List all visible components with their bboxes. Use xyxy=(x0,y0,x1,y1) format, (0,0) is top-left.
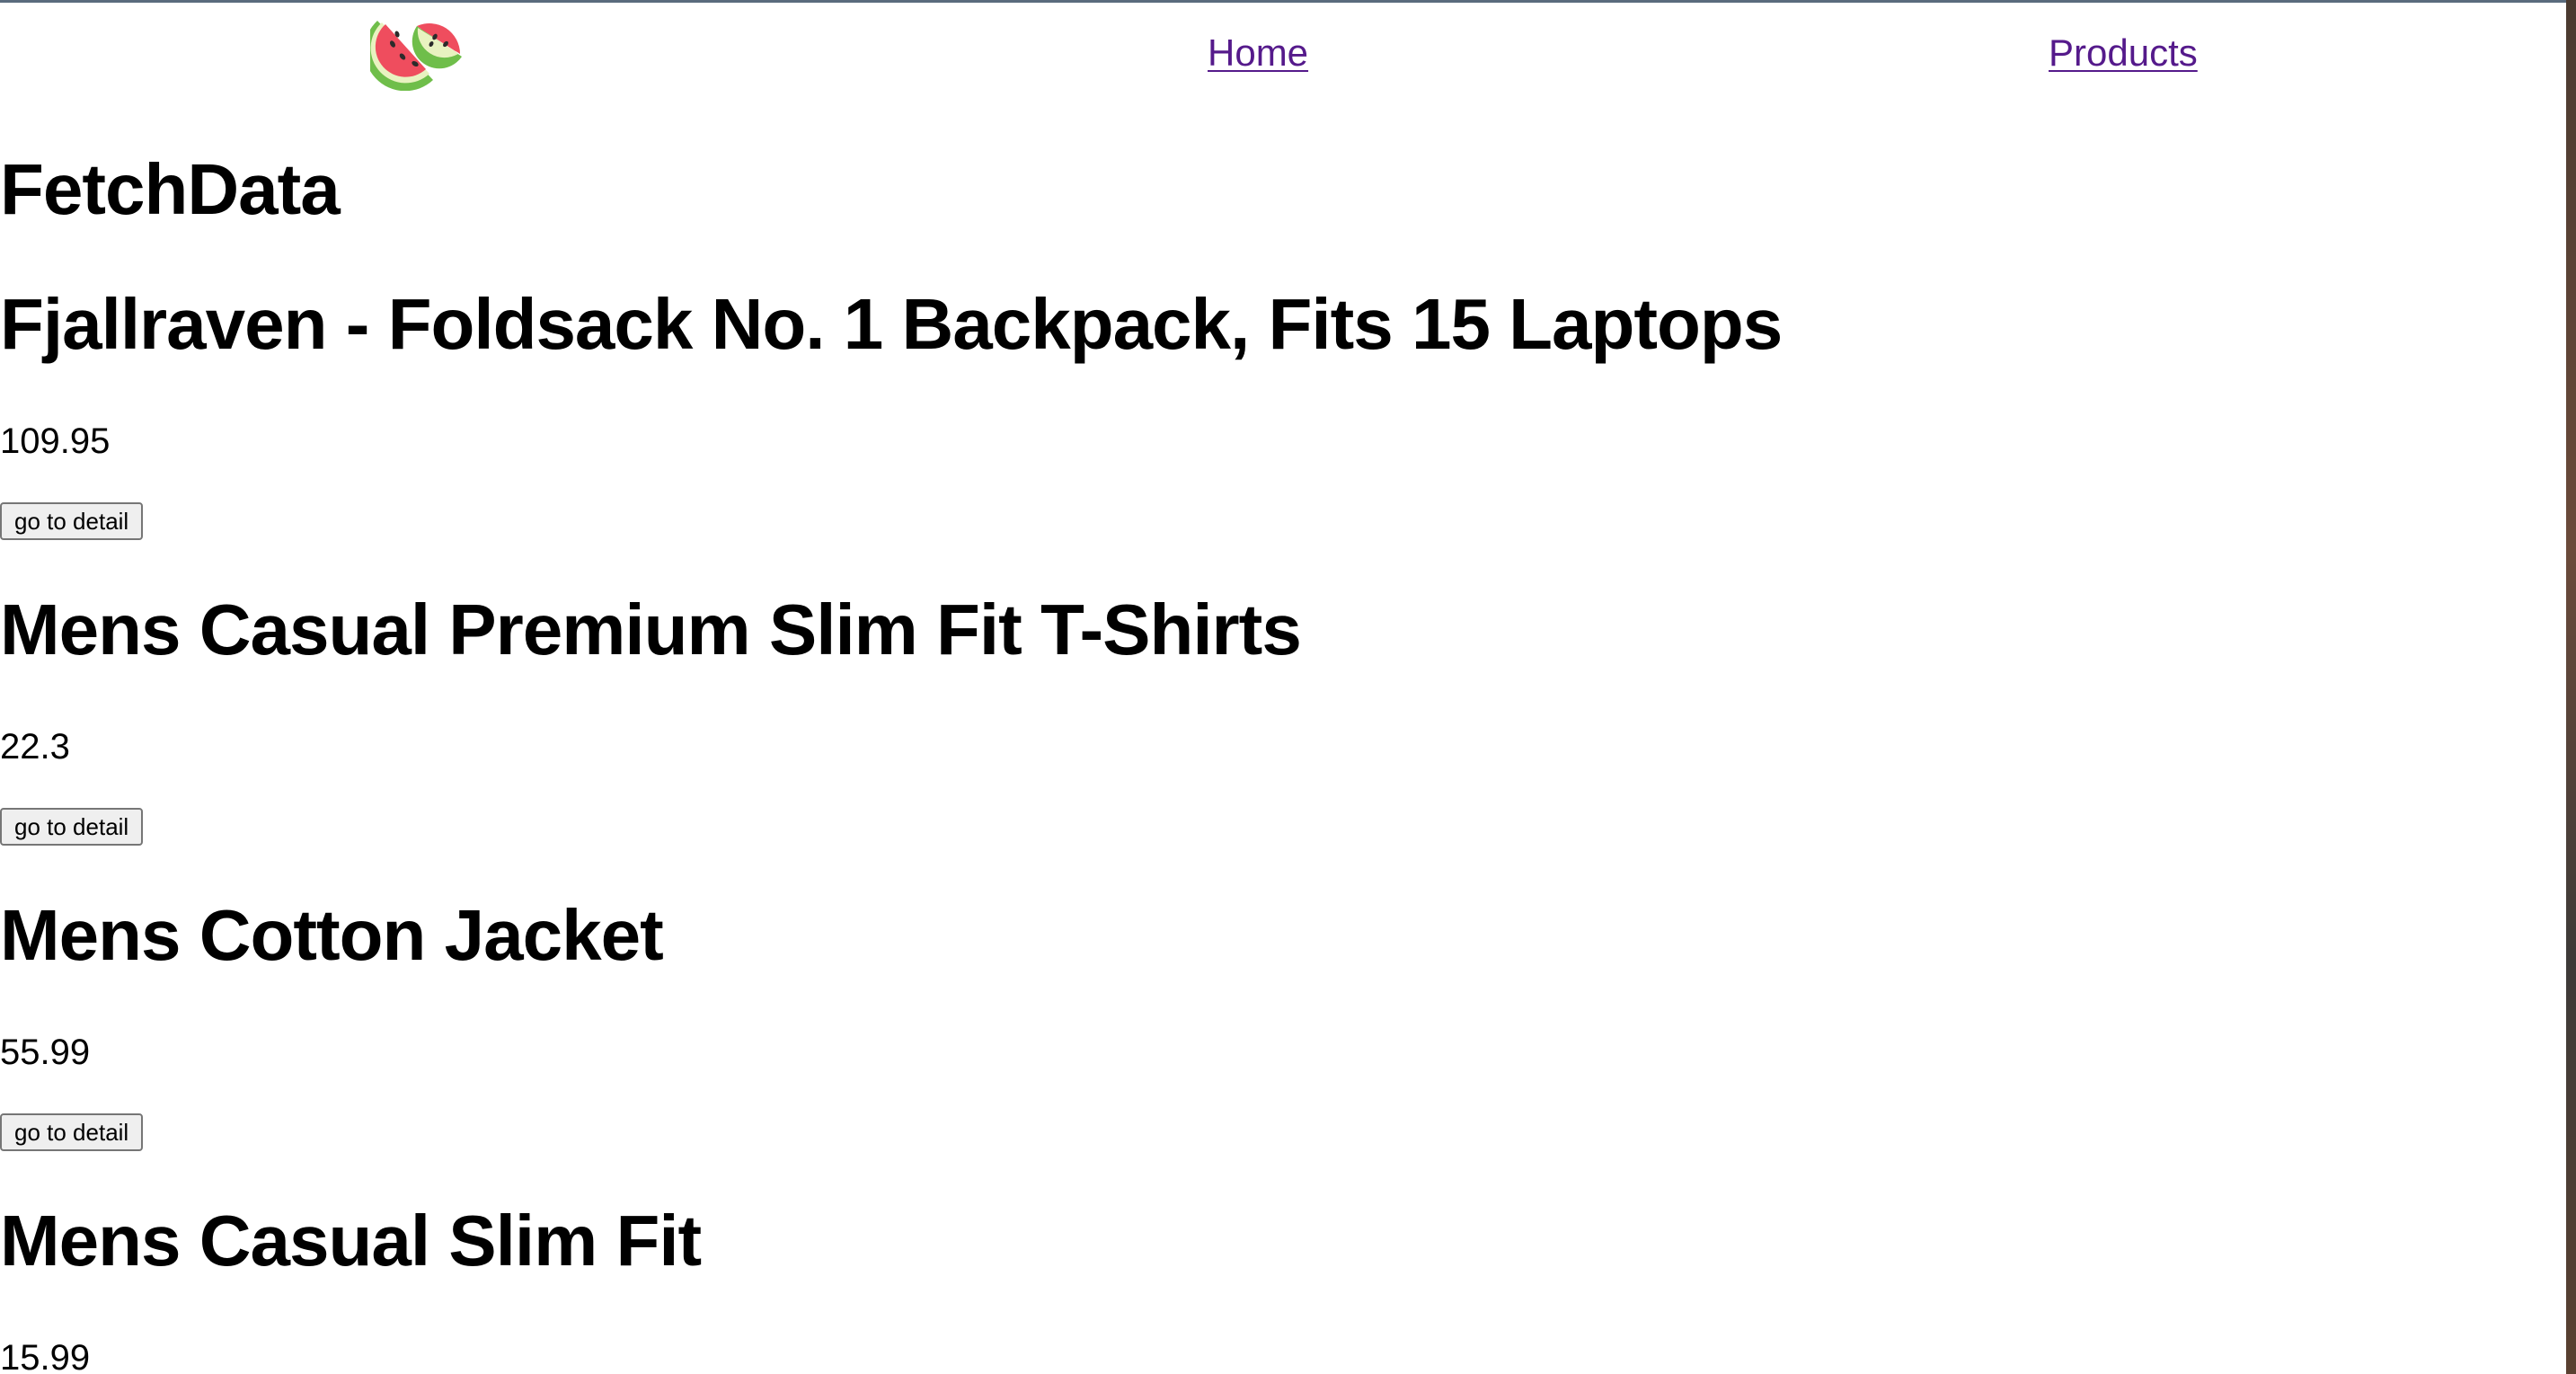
product-title: Mens Casual Premium Slim Fit T-Shirts xyxy=(0,589,1302,669)
product-title: Mens Cotton Jacket xyxy=(0,895,664,975)
desktop-background-edge xyxy=(2566,0,2576,1374)
product-price: 55.99 xyxy=(0,1033,91,1072)
page-title: FetchData xyxy=(0,149,341,229)
product-title: Fjallraven - Foldsack No. 1 Backpack, Fi… xyxy=(0,284,1783,364)
product-title: Mens Casual Slim Fit xyxy=(0,1201,702,1281)
nav-link-home[interactable]: Home xyxy=(1208,31,1308,75)
go-to-detail-button[interactable]: go to detail xyxy=(0,808,144,846)
go-to-detail-button[interactable]: go to detail xyxy=(0,1113,144,1151)
nav-link-products[interactable]: Products xyxy=(2049,31,2198,75)
browser-viewport: Home Products FetchData Fjallraven - Fol… xyxy=(0,0,2566,1374)
top-navigation: Home Products xyxy=(0,3,2566,102)
watermelon-icon[interactable] xyxy=(370,10,465,91)
product-price: 22.3 xyxy=(0,727,70,767)
product-price: 15.99 xyxy=(0,1338,91,1374)
product-price: 109.95 xyxy=(0,421,111,461)
go-to-detail-button[interactable]: go to detail xyxy=(0,502,144,540)
